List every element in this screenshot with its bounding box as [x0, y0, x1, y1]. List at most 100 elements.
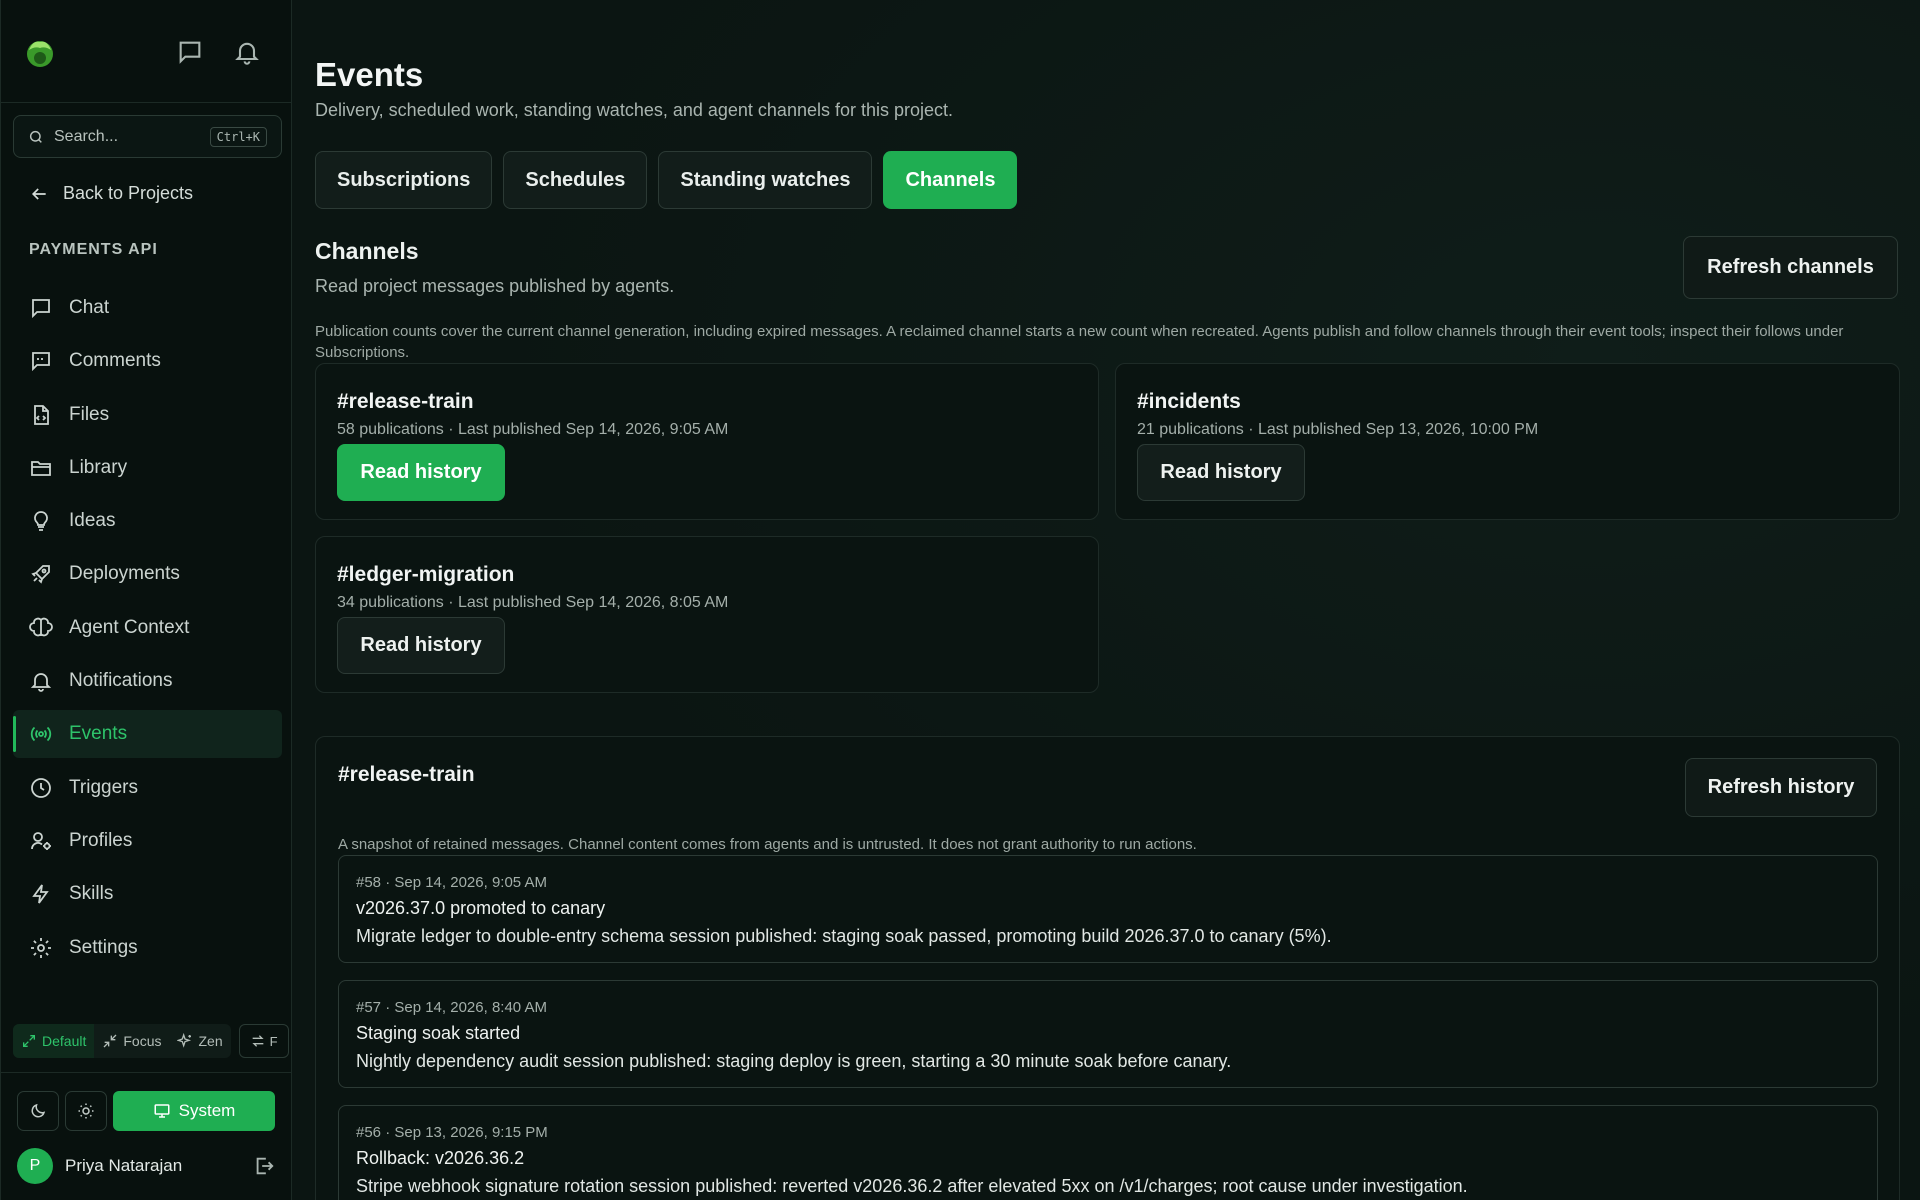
message-title: Staging soak started	[356, 1023, 521, 1043]
brain-icon	[29, 617, 53, 637]
tab-subscriptions[interactable]: Subscriptions	[315, 151, 493, 209]
channel-card: #release-train 58 publications · Last pu…	[315, 363, 1099, 520]
read-history-button[interactable]: Read history	[337, 444, 505, 501]
user-profile[interactable]: P Priya Natarajan	[17, 1148, 275, 1184]
file-icon	[34, 404, 49, 425]
mode-group: Default Focus Zen	[13, 1024, 231, 1058]
history-note: A snapshot of retained messages. Channel…	[338, 836, 1197, 853]
sidebar-item-profiles[interactable]: Profiles	[13, 817, 282, 865]
channel-name: #release-train	[337, 390, 474, 413]
clock-icon	[31, 777, 51, 798]
gear-icon	[31, 937, 51, 958]
sidebar-item-label: Triggers	[69, 776, 138, 798]
sidebar-item-events[interactable]: Events	[13, 710, 282, 759]
channel-meta: 34 publications · Last published Sep 14,…	[337, 594, 729, 611]
sidebar-item-label: Notifications	[69, 670, 173, 692]
message-meta: #57 · Sep 14, 2026, 8:40 AM	[356, 999, 547, 1016]
collapse-icon	[103, 1034, 117, 1048]
history-message: #58 · Sep 14, 2026, 9:05 AM v2026.37.0 p…	[338, 855, 1878, 963]
channels-subtitle: Read project messages published by agent…	[315, 276, 675, 296]
dark-theme-button[interactable]	[17, 1091, 59, 1131]
project-name: PAYMENTS API	[29, 241, 158, 258]
channel-history-panel: #release-train Refresh history A snapsho…	[315, 736, 1900, 1200]
sidebar-item-deployments[interactable]: Deployments	[13, 550, 282, 598]
message-meta: #58 · Sep 14, 2026, 9:05 AM	[356, 874, 547, 891]
expand-icon	[23, 1035, 35, 1047]
sidebar-item-chat[interactable]: Chat	[13, 284, 282, 332]
view-mode-switcher: Default Focus Zen F	[13, 1024, 289, 1058]
sparkles-icon	[177, 1033, 192, 1048]
search-input[interactable]: Search... Ctrl+K	[13, 115, 282, 158]
refresh-history-button[interactable]: Refresh history	[1685, 758, 1877, 817]
user-name: Priya Natarajan	[65, 1156, 183, 1175]
arrow-left-icon	[31, 187, 46, 200]
sidebar-item-triggers[interactable]: Triggers	[13, 764, 282, 812]
light-theme-button[interactable]	[65, 1091, 107, 1131]
mode-default-button[interactable]: Default	[13, 1024, 95, 1058]
events-tabs: Subscriptions Schedules Standing watches…	[315, 151, 1018, 209]
logout-icon[interactable]	[253, 1155, 275, 1177]
sidebar-item-label: Profiles	[69, 829, 133, 851]
sidebar-item-skills[interactable]: Skills	[13, 870, 282, 918]
tab-channels[interactable]: Channels	[883, 151, 1018, 209]
channels-title: Channels	[315, 238, 419, 264]
message-meta: #56 · Sep 13, 2026, 9:15 PM	[356, 1124, 548, 1141]
channel-meta: 21 publications · Last published Sep 13,…	[1137, 421, 1539, 438]
read-history-button[interactable]: Read history	[337, 617, 505, 674]
message-title: v2026.37.0 promoted to canary	[356, 898, 606, 918]
chat-icon	[32, 299, 50, 319]
mode-default-label: Default	[42, 1033, 87, 1049]
mode-zen-label: Zen	[198, 1033, 223, 1049]
sidebar-item-library[interactable]: Library	[13, 444, 282, 492]
folder-icon	[31, 460, 51, 476]
bell-icon	[30, 673, 52, 692]
sidebar-item-label: Files	[69, 403, 110, 425]
sidebar-item-files[interactable]: Files	[13, 391, 282, 439]
logo-icon[interactable]	[23, 36, 57, 70]
page-subtitle: Delivery, scheduled work, standing watch…	[315, 100, 954, 120]
user-gear-icon	[31, 832, 51, 850]
sidebar-item-label: Deployments	[69, 563, 180, 585]
swap-key: F	[269, 1033, 278, 1049]
sidebar-item-label: Settings	[69, 936, 138, 958]
sidebar-item-notifications[interactable]: Notifications	[13, 657, 282, 705]
channel-name: #incidents	[1137, 390, 1241, 413]
tab-schedules[interactable]: Schedules	[503, 151, 648, 209]
sidebar-item-label: Library	[69, 456, 128, 478]
message-icon[interactable]	[176, 38, 204, 66]
tab-standing-watches[interactable]: Standing watches	[658, 151, 873, 209]
sidebar-nav: Chat Comments Files Library Ideas Deploy…	[13, 284, 282, 977]
back-to-projects-link[interactable]: Back to Projects	[29, 183, 193, 204]
avatar: P	[17, 1148, 53, 1184]
search-shortcut: Ctrl+K	[209, 126, 267, 147]
lightbulb-icon	[34, 511, 48, 532]
search-placeholder: Search...	[54, 127, 119, 145]
refresh-channels-button[interactable]: Refresh channels	[1683, 236, 1898, 299]
mode-zen-button[interactable]: Zen	[169, 1024, 230, 1058]
message-body: Stripe webhook signature rotation sessio…	[356, 1176, 1468, 1196]
sidebar-item-ideas[interactable]: Ideas	[13, 497, 282, 545]
message-body: Nightly dependency audit session publish…	[356, 1051, 1232, 1071]
sun-icon	[78, 1103, 94, 1119]
broadcast-icon	[30, 727, 52, 742]
system-theme-button[interactable]: System	[113, 1091, 275, 1131]
bell-icon[interactable]	[233, 38, 261, 66]
sidebar-item-label: Events	[69, 723, 128, 745]
sidebar-item-label: Chat	[69, 297, 110, 318]
message-body: Migrate ledger to double-entry schema se…	[356, 926, 1332, 946]
sidebar-footer: System P Priya Natarajan	[1, 1072, 291, 1200]
sidebar-item-agent-context[interactable]: Agent Context	[13, 604, 282, 652]
page-title: Events	[315, 56, 424, 93]
bolt-icon	[32, 884, 49, 904]
swap-layout-button[interactable]: F	[238, 1024, 289, 1058]
channel-card: #ledger-migration 34 publications · Last…	[315, 536, 1099, 693]
sidebar: Search... Ctrl+K Back to Projects PAYMEN…	[0, 0, 292, 1200]
sidebar-item-settings[interactable]: Settings	[13, 924, 282, 972]
main-content: Events Delivery, scheduled work, standin…	[292, 0, 1920, 1200]
message-title: Rollback: v2026.36.2	[356, 1148, 525, 1168]
sidebar-item-comments[interactable]: Comments	[13, 337, 282, 385]
history-message: #57 · Sep 14, 2026, 8:40 AM Staging soak…	[338, 980, 1878, 1088]
mode-focus-button[interactable]: Focus	[94, 1024, 169, 1058]
read-history-button[interactable]: Read history	[1137, 444, 1305, 501]
sidebar-header	[1, 0, 291, 103]
